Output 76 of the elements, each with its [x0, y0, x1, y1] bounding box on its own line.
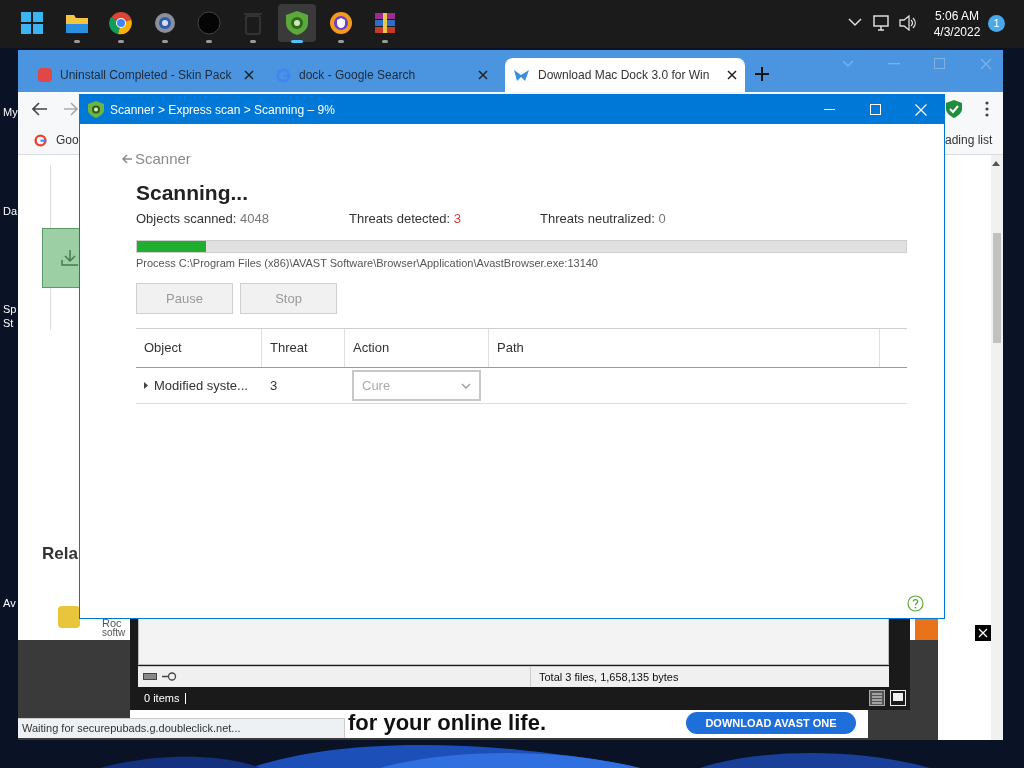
shield-check-icon[interactable]	[946, 100, 962, 118]
ad-stripe	[915, 619, 938, 640]
window-title: Scanner > Express scan > Scanning – 9%	[110, 101, 335, 119]
status-summary: Total 3 files, 1,658,135 bytes	[539, 672, 679, 683]
tab-title: Download Mac Dock 3.0 for Win	[538, 67, 711, 84]
taskbar-app[interactable]	[278, 4, 316, 42]
desktop-icon-label: My	[3, 107, 18, 118]
maximize-icon	[869, 104, 881, 115]
books-icon	[373, 11, 397, 35]
item-title[interactable]: Roc	[102, 618, 122, 629]
start-icon	[21, 12, 43, 34]
column-header[interactable]: Threat	[262, 329, 345, 367]
minimize-icon	[823, 109, 835, 110]
reading-list-label[interactable]: ading list	[945, 134, 993, 146]
tab-title: dock - Google Search	[299, 67, 417, 84]
bookmark-label[interactable]: Goo	[56, 134, 79, 146]
help-icon[interactable]	[907, 595, 924, 612]
desktop-icon-label: Da	[3, 206, 18, 217]
column-header[interactable]: Object	[136, 329, 262, 367]
close-icon	[915, 103, 927, 116]
favicon	[38, 68, 52, 82]
close-icon[interactable]	[727, 70, 737, 80]
back-arrow-icon[interactable]	[32, 102, 48, 116]
desktop-icon-label: Sp	[3, 304, 17, 315]
key-icon	[162, 672, 177, 681]
expand-caret-icon[interactable]	[144, 382, 148, 389]
scan-heading: Scanning...	[136, 182, 249, 203]
close-icon	[978, 628, 988, 638]
back-link[interactable]: Scanner	[122, 151, 907, 166]
column-header[interactable]: Path	[489, 329, 880, 367]
clock[interactable]: 5:06 AM 4/3/2022	[928, 8, 986, 40]
shield-icon	[88, 101, 104, 118]
desktop-icon-label: Av	[3, 598, 16, 609]
close-ad-button[interactable]	[975, 625, 991, 641]
browser-tab[interactable]: Download Mac Dock 3.0 for Win	[505, 58, 745, 92]
shield-icon	[285, 10, 309, 36]
more-icon[interactable]	[985, 101, 989, 117]
gear-icon	[153, 11, 177, 35]
disc-icon	[197, 11, 221, 35]
item-count: 0 items	[144, 693, 187, 704]
chevron-down-icon	[461, 382, 471, 389]
details-view-icon[interactable]	[869, 690, 885, 706]
google-icon	[34, 134, 47, 147]
wing-icon	[513, 68, 530, 82]
section-heading: Rela	[42, 545, 78, 562]
browser-tab[interactable]: dock - Google Search	[268, 58, 496, 92]
download-box[interactable]	[42, 228, 82, 288]
drive-icon	[143, 673, 157, 680]
plus-icon[interactable]	[755, 67, 769, 81]
download-icon	[61, 250, 79, 266]
scrollbar[interactable]	[991, 155, 1003, 740]
process-path: Process C:\Program Files (x86)\AVAST Software\Browser\Application\AvastBrowser.exe:13140	[136, 258, 599, 269]
scan-stat: Threats neutralized: 0	[540, 212, 666, 225]
download-button[interactable]: DOWNLOAD AVAST ONE	[686, 712, 856, 734]
trash-icon	[243, 11, 263, 35]
shield-icon	[329, 11, 353, 35]
chevron-up-icon[interactable]	[848, 17, 862, 27]
status-bubble: Waiting for securepubads.g.doubleclick.net...	[18, 718, 345, 738]
column-header[interactable]: Action	[345, 329, 489, 367]
clock-time: 5:06 AM	[935, 8, 979, 24]
browser-tab[interactable]: Uninstall Completed - Skin Pack	[30, 58, 262, 92]
app-icon	[58, 606, 80, 628]
desktop-icon-label: St	[3, 318, 14, 329]
ad-headline: for your online life.	[348, 712, 546, 734]
volume-icon[interactable]	[899, 15, 917, 31]
scan-stat: Objects scanned: 4048	[136, 212, 270, 225]
tab-title: Uninstall Completed - Skin Pack	[60, 67, 233, 84]
back-arrow-icon	[122, 153, 133, 164]
browser-icon	[109, 11, 133, 35]
network-icon[interactable]	[873, 14, 891, 32]
table-cell-text: 3	[269, 376, 279, 395]
item-subtitle: softw	[102, 628, 126, 638]
scan-stat: Threats detected: 3	[349, 212, 462, 225]
preview-view-icon[interactable]	[890, 690, 906, 706]
clock-date: 4/3/2022	[933, 24, 981, 40]
table-cell-text: Modified syste...	[154, 376, 248, 395]
